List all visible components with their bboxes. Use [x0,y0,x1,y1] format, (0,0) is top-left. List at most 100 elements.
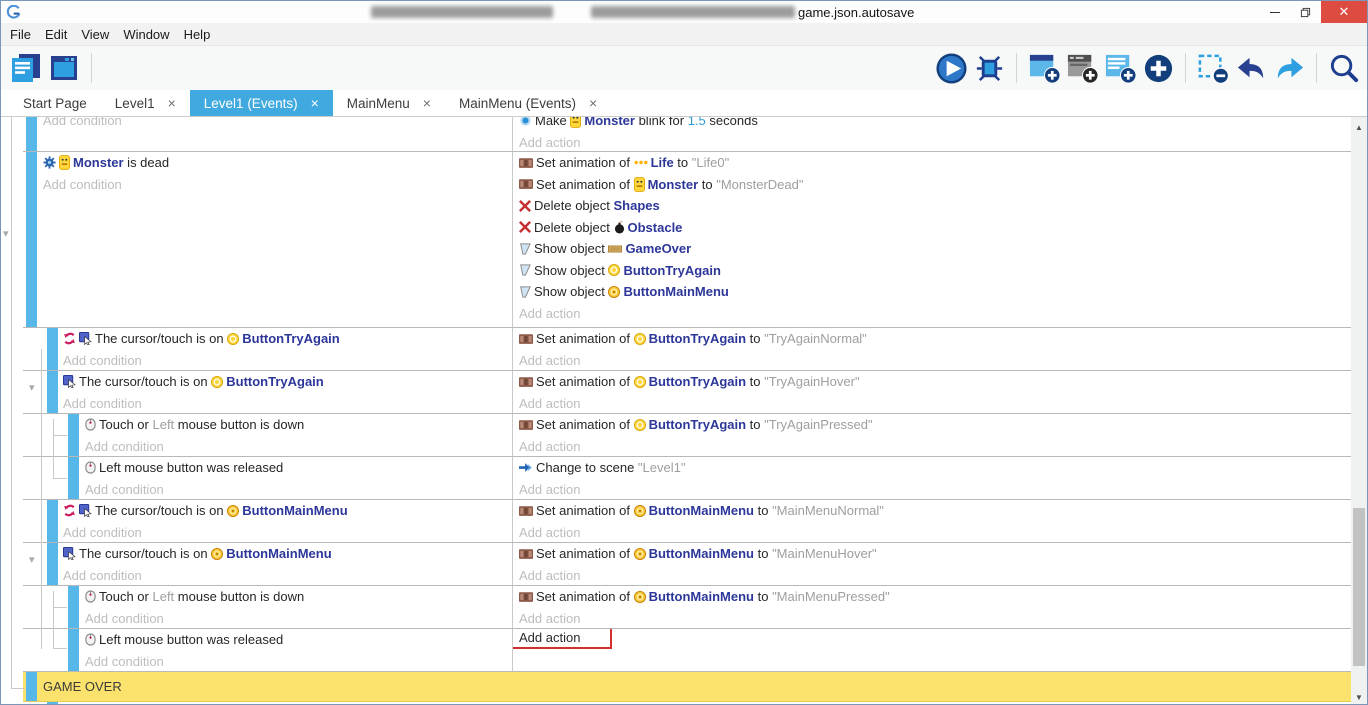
action-line[interactable]: Show object GameOver [519,238,1351,260]
play-icon[interactable] [934,51,968,85]
condition-line[interactable]: The cursor/touch is on ButtonMainMenu [63,500,512,522]
add-action-placeholder[interactable]: Add action [519,522,1351,543]
action-line[interactable]: Make Monster blink for 1.5 seconds [519,117,1351,132]
add-action-highlighted[interactable]: Add action [512,629,612,649]
add-event-icon[interactable] [1027,51,1061,85]
scrollbar-thumb[interactable] [1353,508,1365,666]
action-line[interactable]: Set animation of Monster to "MonsterDead… [519,174,1351,196]
blink-icon [519,117,532,127]
add-action-placeholder[interactable]: Add action [519,350,1351,371]
event-drag-handle[interactable] [47,543,58,585]
add-condition-placeholder[interactable]: Add condition [85,651,512,673]
tab-level1-events[interactable]: Level1 (Events)× [190,90,333,116]
event-drag-handle[interactable] [47,371,58,413]
restore-button[interactable] [1290,1,1321,23]
condition-line[interactable]: Left mouse button was released [85,629,512,651]
text-segment: The cursor/touch is on [95,331,227,346]
project-manager-icon[interactable] [9,51,43,85]
add-condition-placeholder[interactable]: Add condition [43,174,512,196]
condition-line[interactable]: Monster is dead [43,152,512,174]
add-condition-placeholder[interactable]: Add condition [63,565,512,587]
event-drag-handle[interactable] [26,672,37,701]
comment-event[interactable]: GAME OVER [23,672,1351,702]
action-line[interactable]: Change to scene "Level1" [519,457,1351,479]
close-button[interactable]: ✕ [1321,1,1367,23]
toolbar-left-group [9,51,98,85]
event-row: The cursor/touch is on ButtonTryAgainAdd… [23,328,1351,371]
add-condition-placeholder[interactable]: Add condition [63,393,512,415]
add-action-placeholder[interactable]: Add action [519,393,1351,414]
action-line[interactable]: Set animation of ButtonMainMenu to "Main… [519,543,1351,565]
minimize-button[interactable] [1259,1,1290,23]
action-line[interactable]: Show object ButtonTryAgain [519,260,1351,282]
add-condition-placeholder[interactable]: Add condition [63,522,512,544]
tab-close-icon[interactable]: × [589,96,597,110]
event-drag-handle[interactable] [68,457,79,499]
menu-window[interactable]: Window [123,27,169,42]
text-segment: Show object [534,284,608,299]
start-page-icon[interactable] [47,51,81,85]
add-condition-placeholder[interactable]: Add condition [85,436,512,458]
object-name: Monster [584,117,635,128]
scroll-up-icon[interactable]: ▲ [1351,123,1367,132]
menu-view[interactable]: View [81,27,109,42]
add-comment-icon[interactable] [1103,51,1137,85]
scroll-down-icon[interactable]: ▼ [1351,693,1367,702]
action-line[interactable]: Set animation of ButtonMainMenu to "Main… [519,500,1351,522]
add-action-placeholder[interactable]: Add action [519,436,1351,457]
condition-line[interactable]: Left mouse button was released [85,457,512,479]
tab-start-page[interactable]: Start Page [9,90,101,116]
text-segment: mouse button is down [174,417,304,432]
animation-icon [519,158,533,168]
condition-line[interactable]: The cursor/touch is on ButtonTryAgain [63,371,512,393]
remove-selection-icon[interactable] [1196,51,1230,85]
text-segment: Set animation of [536,503,634,518]
action-line[interactable]: Set animation of ButtonTryAgain to "TryA… [519,371,1351,393]
text-segment: Set animation of [536,589,634,604]
action-line[interactable]: Set animation of ButtonMainMenu to "Main… [519,586,1351,608]
tab-close-icon[interactable]: × [168,96,176,110]
menu-file[interactable]: File [10,27,31,42]
event-drag-handle[interactable] [68,629,79,671]
add-action-placeholder[interactable]: Add action [519,303,1351,325]
action-line[interactable]: Delete object Shapes [519,195,1351,217]
add-condition-placeholder[interactable]: Add condition [85,479,512,501]
debugger-icon[interactable] [972,51,1006,85]
tab-close-icon[interactable]: × [423,96,431,110]
condition-line[interactable]: The cursor/touch is on ButtonTryAgain [63,328,512,350]
action-line[interactable]: Delete object Obstacle [519,217,1351,239]
action-line[interactable]: Set animation of Life to "Life0" [519,152,1351,174]
tab-mainmenu[interactable]: MainMenu× [333,90,445,116]
event-drag-handle[interactable] [47,328,58,370]
tab-close-icon[interactable]: × [311,96,319,110]
action-line[interactable]: Set animation of ButtonTryAgain to "TryA… [519,414,1351,436]
add-action-placeholder[interactable]: Add action [519,479,1351,500]
menu-help[interactable]: Help [184,27,211,42]
condition-line[interactable]: Touch or Left mouse button is down [85,414,512,436]
menu-edit[interactable]: Edit [45,27,67,42]
tab-mainmenu-events[interactable]: MainMenu (Events)× [445,90,611,116]
redo-icon[interactable] [1272,51,1306,85]
event-drag-handle[interactable] [26,117,37,151]
comment-text: GAME OVER [23,679,122,694]
action-line[interactable]: Show object ButtonMainMenu [519,281,1351,303]
add-action-placeholder[interactable]: Add action [519,132,1351,152]
condition-line[interactable]: Touch or Left mouse button is down [85,586,512,608]
undo-icon[interactable] [1234,51,1268,85]
vertical-scrollbar[interactable]: ▲ ▼ [1351,117,1367,705]
action-line[interactable]: Set animation of ButtonTryAgain to "TryA… [519,328,1351,350]
add-condition-placeholder[interactable]: Add condition [85,608,512,630]
add-condition-placeholder[interactable]: Add condition [63,350,512,372]
event-drag-handle[interactable] [47,500,58,542]
event-drag-handle[interactable] [26,152,37,327]
event-drag-handle[interactable] [68,414,79,456]
tab-level1[interactable]: Level1× [101,90,190,116]
event-drag-handle[interactable] [68,586,79,628]
search-icon[interactable] [1327,51,1361,85]
add-action-placeholder[interactable]: Add action [519,608,1351,629]
add-subevent-icon[interactable] [1065,51,1099,85]
add-condition-placeholder[interactable]: Add condition [43,117,512,132]
add-circle-icon[interactable] [1141,51,1175,85]
add-action-placeholder[interactable]: Add action [519,565,1351,586]
condition-line[interactable]: The cursor/touch is on ButtonMainMenu [63,543,512,565]
